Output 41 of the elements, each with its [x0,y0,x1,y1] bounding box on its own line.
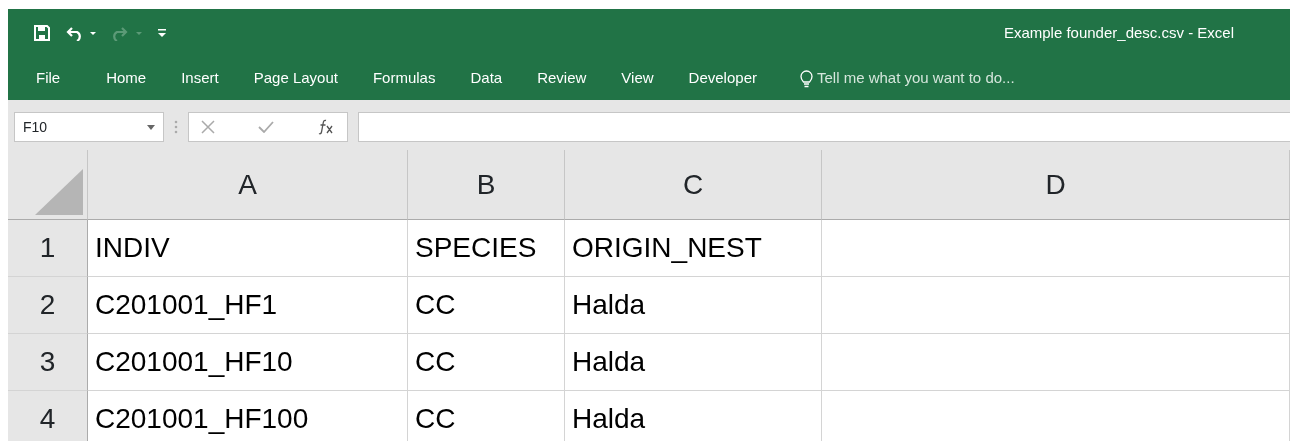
table-cell: ORIGIN_NEST [565,220,822,277]
ribbon-tab[interactable]: View [621,67,654,90]
row-header[interactable]: 1 [8,220,88,277]
function-icon[interactable] [317,119,335,135]
table-cell: Halda [565,334,822,391]
ribbon-tab[interactable]: Insert [181,67,219,90]
formula-input[interactable] [358,112,1290,142]
lightbulb-icon [799,69,813,88]
customize-icon[interactable] [158,28,166,38]
redo-icon [112,25,142,41]
table-cell: C201001_HF100 [88,391,408,441]
column-header[interactable]: B [408,150,565,220]
ribbon-tab[interactable]: Developer [688,67,757,90]
table-cell: CC [408,277,565,334]
name-box[interactable]: F10 [14,112,164,142]
table-cell: C201001_HF1 [88,277,408,334]
grip-icon [174,120,178,134]
table-cell: INDIV [88,220,408,277]
window-title: Example founder_desc.csv - Excel [1003,22,1234,43]
table-cell: CC [408,391,565,441]
column-header[interactable]: C [565,150,822,220]
dropdown-icon[interactable] [147,124,155,130]
column-header[interactable]: A [88,150,408,220]
table-cell: C201001_HF10 [88,334,408,391]
column-header[interactable]: D [822,150,1290,220]
ribbon-tab[interactable]: Review [537,67,587,90]
ribbon-tab[interactable]: Formulas [372,67,436,90]
ribbon-tab[interactable]: Page Layout [253,67,338,90]
row-header[interactable]: 3 [8,334,88,391]
ribbon-tab[interactable]: Data [470,67,503,90]
table-cell: Halda [565,391,822,441]
search-field[interactable]: Tell me what you want to do... [816,67,1015,90]
row-header[interactable]: 2 [8,277,88,334]
table-cell: Halda [565,277,822,334]
save-icon[interactable] [34,25,50,41]
row-header[interactable]: 4 [8,391,88,441]
table-cell: SPECIES [408,220,565,277]
file-menu[interactable]: File [36,67,61,90]
ribbon-tab[interactable]: Home [106,67,147,90]
undo-icon[interactable] [66,25,96,41]
table-cell: CC [408,334,565,391]
